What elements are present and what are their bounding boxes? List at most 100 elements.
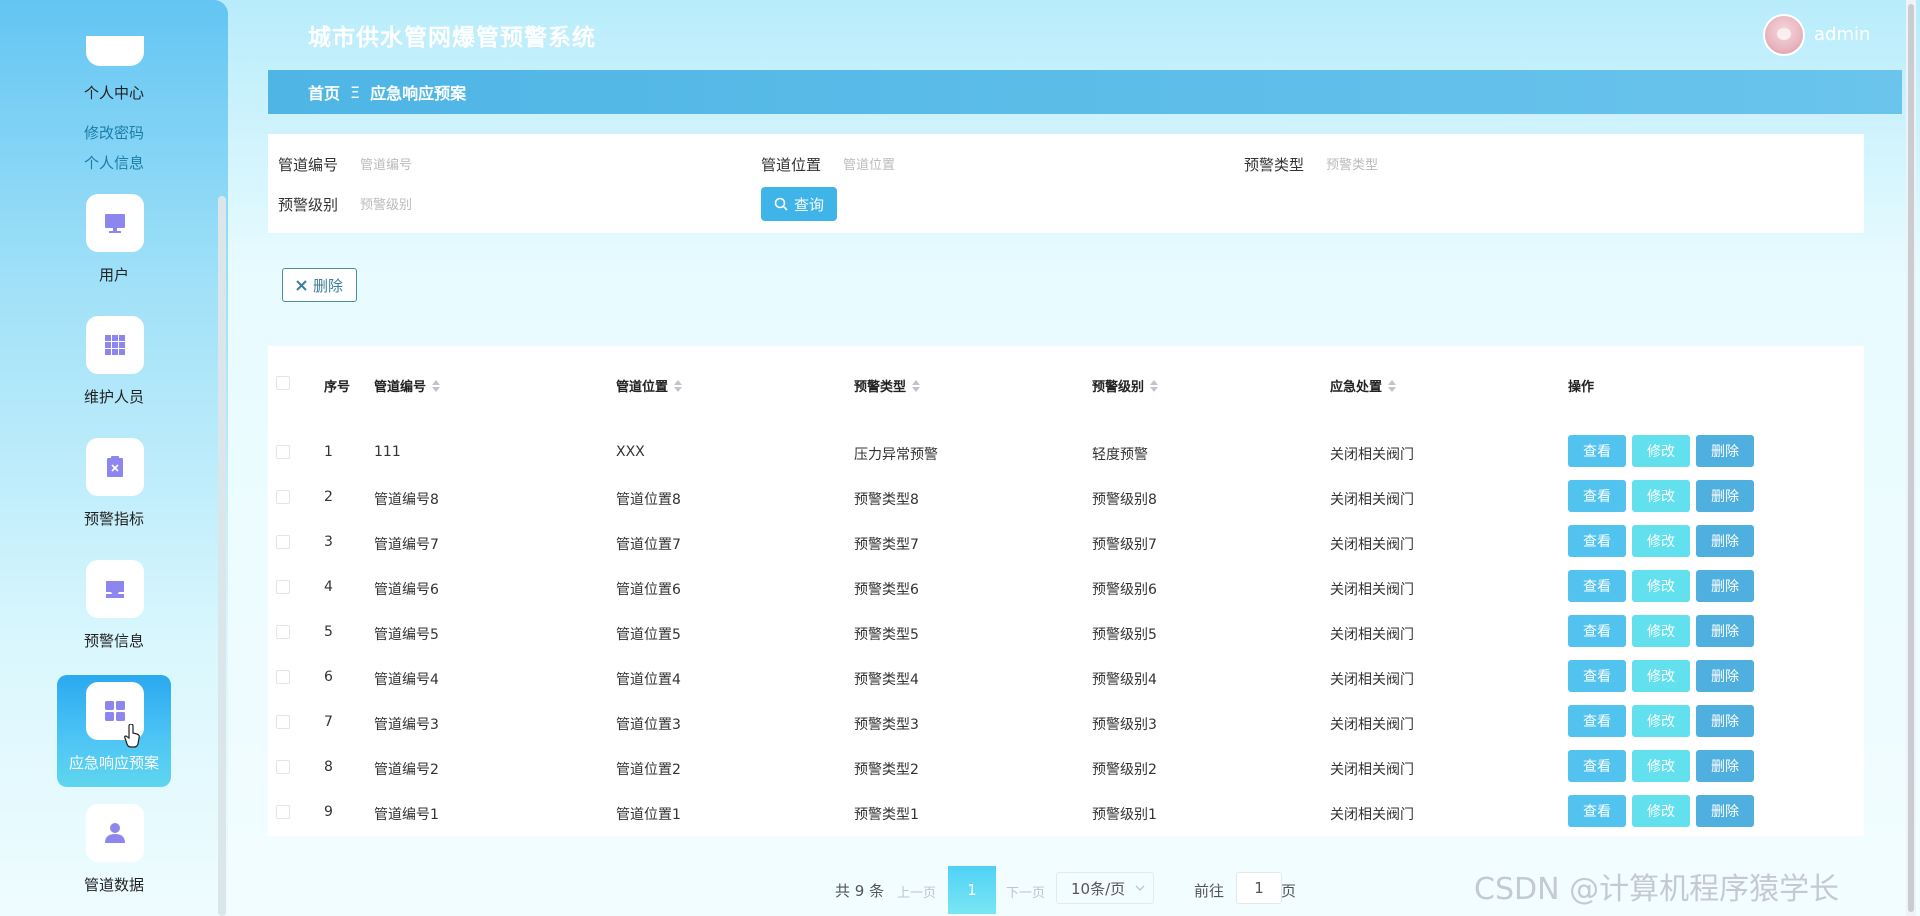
page-size-select[interactable]: 10条/页 xyxy=(1056,872,1154,904)
edit-button[interactable]: 修改 xyxy=(1632,795,1690,827)
view-button[interactable]: 查看 xyxy=(1568,705,1626,737)
sidebar-item-maintainers-label[interactable]: 维护人员 xyxy=(0,386,228,407)
batch-delete-button[interactable]: 删除 xyxy=(282,268,357,302)
row-checkbox[interactable] xyxy=(276,715,290,729)
search-button-label: 查询 xyxy=(793,195,824,214)
edit-button[interactable]: 修改 xyxy=(1632,480,1690,512)
delete-button[interactable]: 删除 xyxy=(1696,435,1754,467)
view-button[interactable]: 查看 xyxy=(1568,570,1626,602)
table-cell: 预警级别6 xyxy=(1092,582,1157,598)
row-checkbox[interactable] xyxy=(276,580,290,594)
delete-button[interactable]: 删除 xyxy=(1696,660,1754,692)
select-all-checkbox[interactable] xyxy=(276,376,290,390)
delete-button[interactable]: 删除 xyxy=(1696,750,1754,782)
column-header-response[interactable]: 应急处置 xyxy=(1330,376,1397,395)
search-button[interactable]: 查询 xyxy=(761,187,837,221)
edit-button[interactable]: 修改 xyxy=(1632,570,1690,602)
view-button[interactable]: 查看 xyxy=(1568,525,1626,557)
sidebar-scrollbar[interactable] xyxy=(218,196,226,916)
view-button[interactable]: 查看 xyxy=(1568,435,1626,467)
page-scrollbar[interactable] xyxy=(1906,0,1916,916)
edit-button[interactable]: 修改 xyxy=(1632,705,1690,737)
row-checkbox[interactable] xyxy=(276,760,290,774)
sidebar-item-pipeline[interactable] xyxy=(86,804,144,862)
pipe-code-label: 管道编号 xyxy=(278,156,339,174)
column-header-warning-type[interactable]: 预警类型 xyxy=(854,376,921,395)
table-cell: 管道编号7 xyxy=(374,537,439,553)
sidebar-item-emergency-label[interactable]: 应急响应预案 xyxy=(0,752,228,773)
delete-button[interactable]: 删除 xyxy=(1696,480,1754,512)
user-name[interactable]: admin xyxy=(1814,24,1870,45)
pagination-next[interactable]: 下一页 xyxy=(1006,882,1045,901)
column-header-warning-level[interactable]: 预警级别 xyxy=(1092,376,1159,395)
table-cell: 管道位置2 xyxy=(616,762,681,778)
avatar[interactable] xyxy=(1763,14,1805,56)
sort-icon[interactable] xyxy=(1150,379,1159,392)
sidebar-item-users-label[interactable]: 用户 xyxy=(0,264,228,285)
edit-button[interactable]: 修改 xyxy=(1632,660,1690,692)
inbox-icon xyxy=(106,581,124,598)
sidebar-item-users[interactable] xyxy=(86,194,144,252)
table-cell: 预警类型7 xyxy=(854,537,919,553)
close-icon xyxy=(296,279,307,291)
warning-level-input[interactable] xyxy=(360,194,540,216)
edit-button[interactable]: 修改 xyxy=(1632,615,1690,647)
edit-button[interactable]: 修改 xyxy=(1632,525,1690,557)
delete-button[interactable]: 删除 xyxy=(1696,525,1754,557)
column-header-pipe-code[interactable]: 管道编号 xyxy=(374,376,441,395)
table-row: 5 管道编号5 管道位置5 预警类型5 预警级别5 关闭相关阀门 查看 修改 删除 xyxy=(268,610,1864,655)
table-cell: 管道编号5 xyxy=(374,627,439,643)
pipe-location-input[interactable] xyxy=(843,154,1023,176)
table-cell: 管道位置4 xyxy=(616,672,681,688)
pipe-code-input[interactable] xyxy=(360,154,540,176)
column-header-pipe-location[interactable]: 管道位置 xyxy=(616,376,683,395)
view-button[interactable]: 查看 xyxy=(1568,660,1626,692)
warning-type-input[interactable] xyxy=(1326,154,1506,176)
row-checkbox[interactable] xyxy=(276,805,290,819)
sidebar-item-maintainers[interactable] xyxy=(86,316,144,374)
table-cell: 6 xyxy=(324,669,333,685)
table-row: 1 111 XXX 压力异常预警 轻度预警 关闭相关阀门 查看 修改 删除 xyxy=(268,430,1864,475)
view-button[interactable]: 查看 xyxy=(1568,795,1626,827)
table-row: 7 管道编号3 管道位置3 预警类型3 预警级别3 关闭相关阀门 查看 修改 删除 xyxy=(268,700,1864,745)
sort-icon[interactable] xyxy=(1388,379,1397,392)
profile-label[interactable]: 个人中心 xyxy=(0,82,228,103)
delete-button[interactable]: 删除 xyxy=(1696,705,1754,737)
pagination-total: 共 9 条 xyxy=(835,882,885,900)
sort-icon[interactable] xyxy=(912,379,921,392)
table-cell: 1 xyxy=(324,444,333,460)
row-checkbox[interactable] xyxy=(276,535,290,549)
sidebar-item-warnings[interactable] xyxy=(86,560,144,618)
pagination-current-page[interactable]: 1 xyxy=(948,866,996,914)
table-cell: 关闭相关阀门 xyxy=(1330,627,1414,643)
edit-button[interactable]: 修改 xyxy=(1632,750,1690,782)
pagination-goto-input[interactable] xyxy=(1236,872,1282,904)
breadcrumb: 首页 Ξ 应急响应预案 xyxy=(268,70,1902,114)
row-checkbox[interactable] xyxy=(276,490,290,504)
delete-button[interactable]: 删除 xyxy=(1696,570,1754,602)
row-checkbox[interactable] xyxy=(276,670,290,684)
sidebar-item-warnings-label[interactable]: 预警信息 xyxy=(0,630,228,651)
sort-icon[interactable] xyxy=(674,379,683,392)
sidebar-item-indicators-label[interactable]: 预警指标 xyxy=(0,508,228,529)
view-button[interactable]: 查看 xyxy=(1568,615,1626,647)
table-cell: 关闭相关阀门 xyxy=(1330,492,1414,508)
row-checkbox[interactable] xyxy=(276,445,290,459)
pagination-prev[interactable]: 上一页 xyxy=(897,882,936,901)
row-actions: 查看 修改 删除 xyxy=(1568,795,1754,827)
profile-info-link[interactable]: 个人信息 xyxy=(0,152,228,173)
data-table: 序号 管道编号 管道位置 预警类型 预警级别 应急处置 操作 1 111 XXX 压力… xyxy=(268,346,1864,836)
edit-button[interactable]: 修改 xyxy=(1632,435,1690,467)
breadcrumb-home[interactable]: 首页 xyxy=(308,80,340,104)
change-password-link[interactable]: 修改密码 xyxy=(0,122,228,143)
sidebar-item-indicators[interactable] xyxy=(86,438,144,496)
row-actions: 查看 修改 删除 xyxy=(1568,705,1754,737)
view-button[interactable]: 查看 xyxy=(1568,480,1626,512)
sort-icon[interactable] xyxy=(432,379,441,392)
profile-tile[interactable] xyxy=(86,36,144,66)
delete-button[interactable]: 删除 xyxy=(1696,615,1754,647)
view-button[interactable]: 查看 xyxy=(1568,750,1626,782)
row-checkbox[interactable] xyxy=(276,625,290,639)
delete-button[interactable]: 删除 xyxy=(1696,795,1754,827)
table-row: 3 管道编号7 管道位置7 预警类型7 预警级别7 关闭相关阀门 查看 修改 删除 xyxy=(268,520,1864,565)
